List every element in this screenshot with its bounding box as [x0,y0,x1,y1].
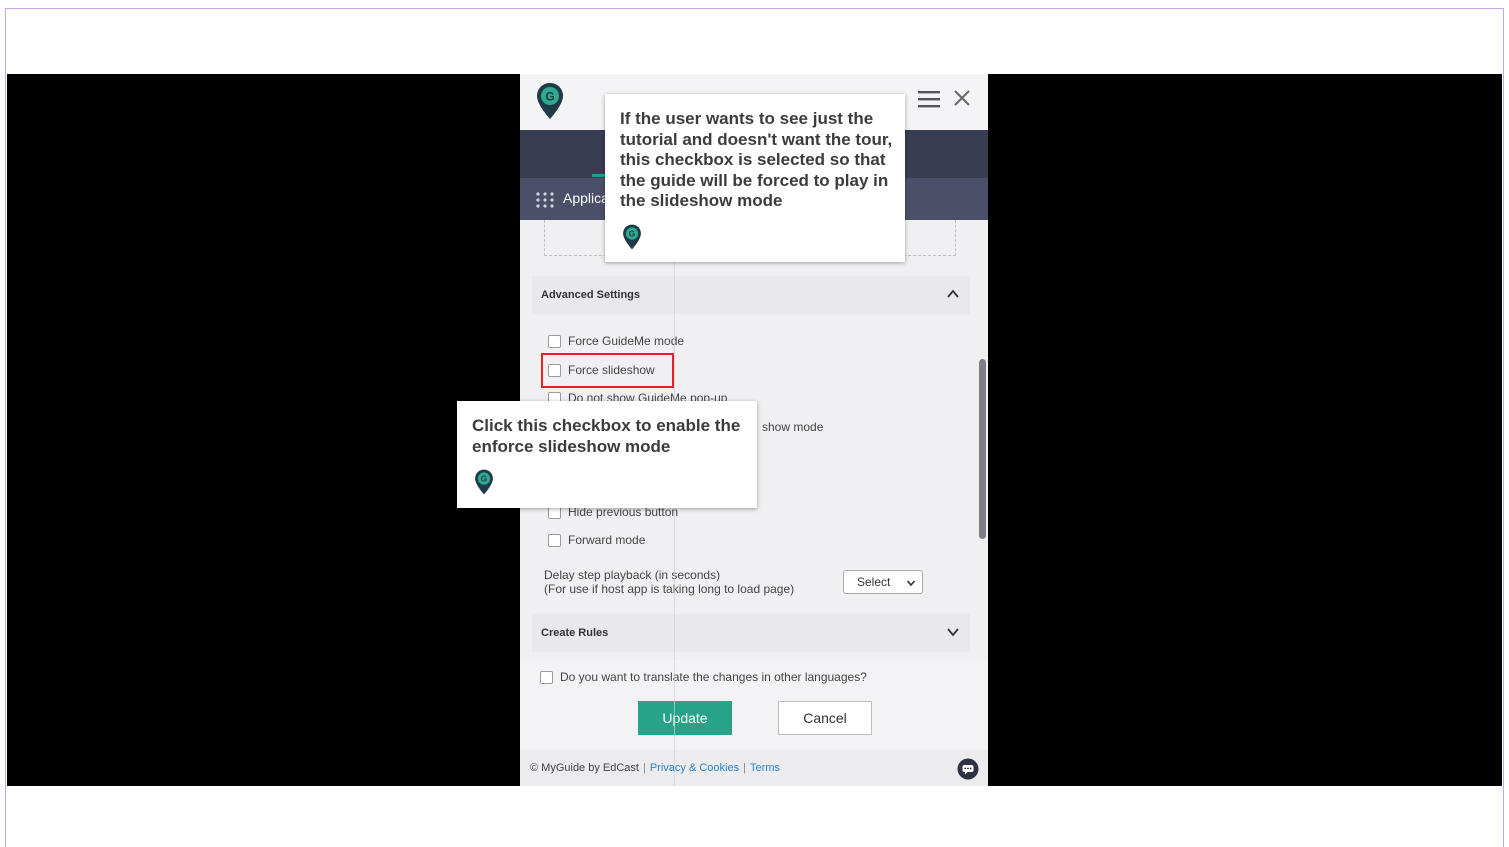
svg-text:G: G [481,475,487,484]
delay-line-2: (For use if host app is taking long to l… [544,582,795,596]
chevron-up-icon[interactable] [946,287,960,301]
terms-link[interactable]: Terms [750,762,780,774]
myguide-logo-icon: G [537,83,563,119]
chat-icon[interactable] [957,758,979,780]
footer-separator: | [743,762,746,774]
delay-select[interactable]: Select [843,570,923,594]
translate-checkbox[interactable] [540,670,553,684]
panel-footer: © MyGuide by EdCast | Privacy & Cookies | Te… [520,750,988,786]
application-label: Applica [563,190,609,206]
app-grid-icon [536,192,554,208]
close-icon[interactable] [952,88,972,108]
cancel-button[interactable]: Cancel [778,701,872,735]
tooltip-slideshow-explanation: If the user wants to see just the tutori… [605,94,905,262]
privacy-link[interactable]: Privacy & Cookies [650,762,739,774]
create-rules-header[interactable]: Create Rules [532,614,970,652]
delay-select-value: Select [857,575,891,589]
highlight-box [541,353,674,388]
force-guideme-checkbox[interactable] [548,334,561,348]
force-guideme-label: Force GuideMe mode [568,334,685,348]
svg-text:G: G [629,230,635,239]
advanced-settings-header[interactable]: Advanced Settings [532,276,970,314]
scrollbar-thumb[interactable] [979,359,986,539]
hamburger-menu-icon[interactable] [918,90,940,108]
force-guideme-option[interactable]: Force GuideMe mode [548,333,684,349]
chevron-down-icon[interactable] [946,625,960,639]
delay-line-1: Delay step playback (in seconds) [544,568,721,582]
translate-label: Do you want to translate the changes in … [560,670,867,684]
show-mode-option[interactable]: show mode [762,419,823,435]
copyright-text: © MyGuide by EdCast [530,762,639,774]
create-rules-title: Create Rules [541,627,609,639]
myguide-logo-icon: G [475,469,493,495]
forward-mode-checkbox[interactable] [548,533,561,547]
tooltip-text: If the user wants to see just the tutori… [620,109,893,210]
tooltip-click-checkbox: Click this checkbox to enable the enforc… [457,401,757,508]
advanced-settings-title: Advanced Settings [541,289,641,301]
myguide-logo-icon: G [623,224,641,250]
forward-mode-label: Forward mode [568,533,646,547]
translate-option[interactable]: Do you want to translate the changes in … [540,670,867,684]
delay-playback-label: Delay step playback (in seconds) (For us… [544,568,794,596]
update-button[interactable]: Update [638,701,732,735]
chevron-down-icon [906,580,916,587]
tooltip-text: Click this checkbox to enable the enforc… [472,416,741,456]
forward-mode-option[interactable]: Forward mode [548,532,645,548]
footer-links: © MyGuide by EdCast | Privacy & Cookies | Te… [530,762,780,774]
footer-separator: | [642,762,646,774]
svg-text:G: G [545,90,554,104]
show-mode-label: show mode [762,420,824,434]
